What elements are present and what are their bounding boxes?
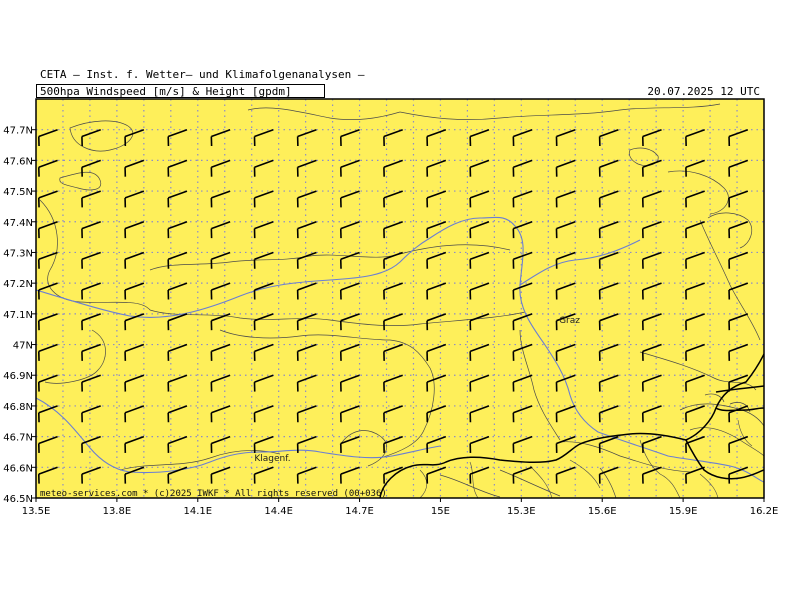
lon-tick-label: 15.3E bbox=[507, 506, 536, 517]
lon-tick-label: 13.5E bbox=[22, 506, 51, 517]
lat-tick-label: 47.4N bbox=[3, 218, 33, 229]
latitude-ticks: 46.5N 46.6N 46.7N 46.8N 46.9N 47N 47.1N 47.2N 47… bbox=[3, 126, 36, 505]
lon-tick-label: 15.6E bbox=[588, 506, 617, 517]
lat-tick-label: 46.6N bbox=[3, 463, 33, 474]
lat-tick-label: 46.5N bbox=[3, 494, 33, 505]
lon-tick-label: 13.8E bbox=[103, 506, 132, 517]
lon-tick-label: 14.7E bbox=[345, 506, 374, 517]
city-label: Klagenf. bbox=[254, 454, 290, 464]
lat-tick-label: 46.8N bbox=[3, 402, 33, 413]
lat-tick-label: 47.3N bbox=[3, 248, 33, 259]
lon-tick-label: 16.2E bbox=[750, 506, 779, 517]
copyright-footer: meteo-services.com * (c)2025 IWKF * All … bbox=[40, 489, 387, 499]
lat-tick-label: 47.5N bbox=[3, 187, 33, 198]
city-label: Graz bbox=[559, 316, 580, 326]
lat-tick-label: 47.7N bbox=[3, 126, 33, 137]
lon-tick-label: 15E bbox=[431, 506, 450, 517]
lon-tick-label: 15.9E bbox=[669, 506, 698, 517]
lat-tick-label: 47.6N bbox=[3, 156, 33, 167]
lat-tick-label: 47N bbox=[13, 341, 33, 352]
lat-tick-label: 46.9N bbox=[3, 371, 33, 382]
lon-tick-label: 14.1E bbox=[183, 506, 212, 517]
lat-tick-label: 47.2N bbox=[3, 279, 33, 290]
lat-tick-label: 46.7N bbox=[3, 433, 33, 444]
lat-tick-label: 47.1N bbox=[3, 310, 33, 321]
map-canvas: 13.5E 13.8E 14.1E 14.4E 14.7E 15E 15.3E 15.6E 15… bbox=[3, 98, 779, 517]
longitude-ticks: 13.5E 13.8E 14.1E 14.4E 14.7E 15E 15.3E 15.6E 15… bbox=[22, 498, 779, 517]
lon-tick-label: 14.4E bbox=[264, 506, 293, 517]
